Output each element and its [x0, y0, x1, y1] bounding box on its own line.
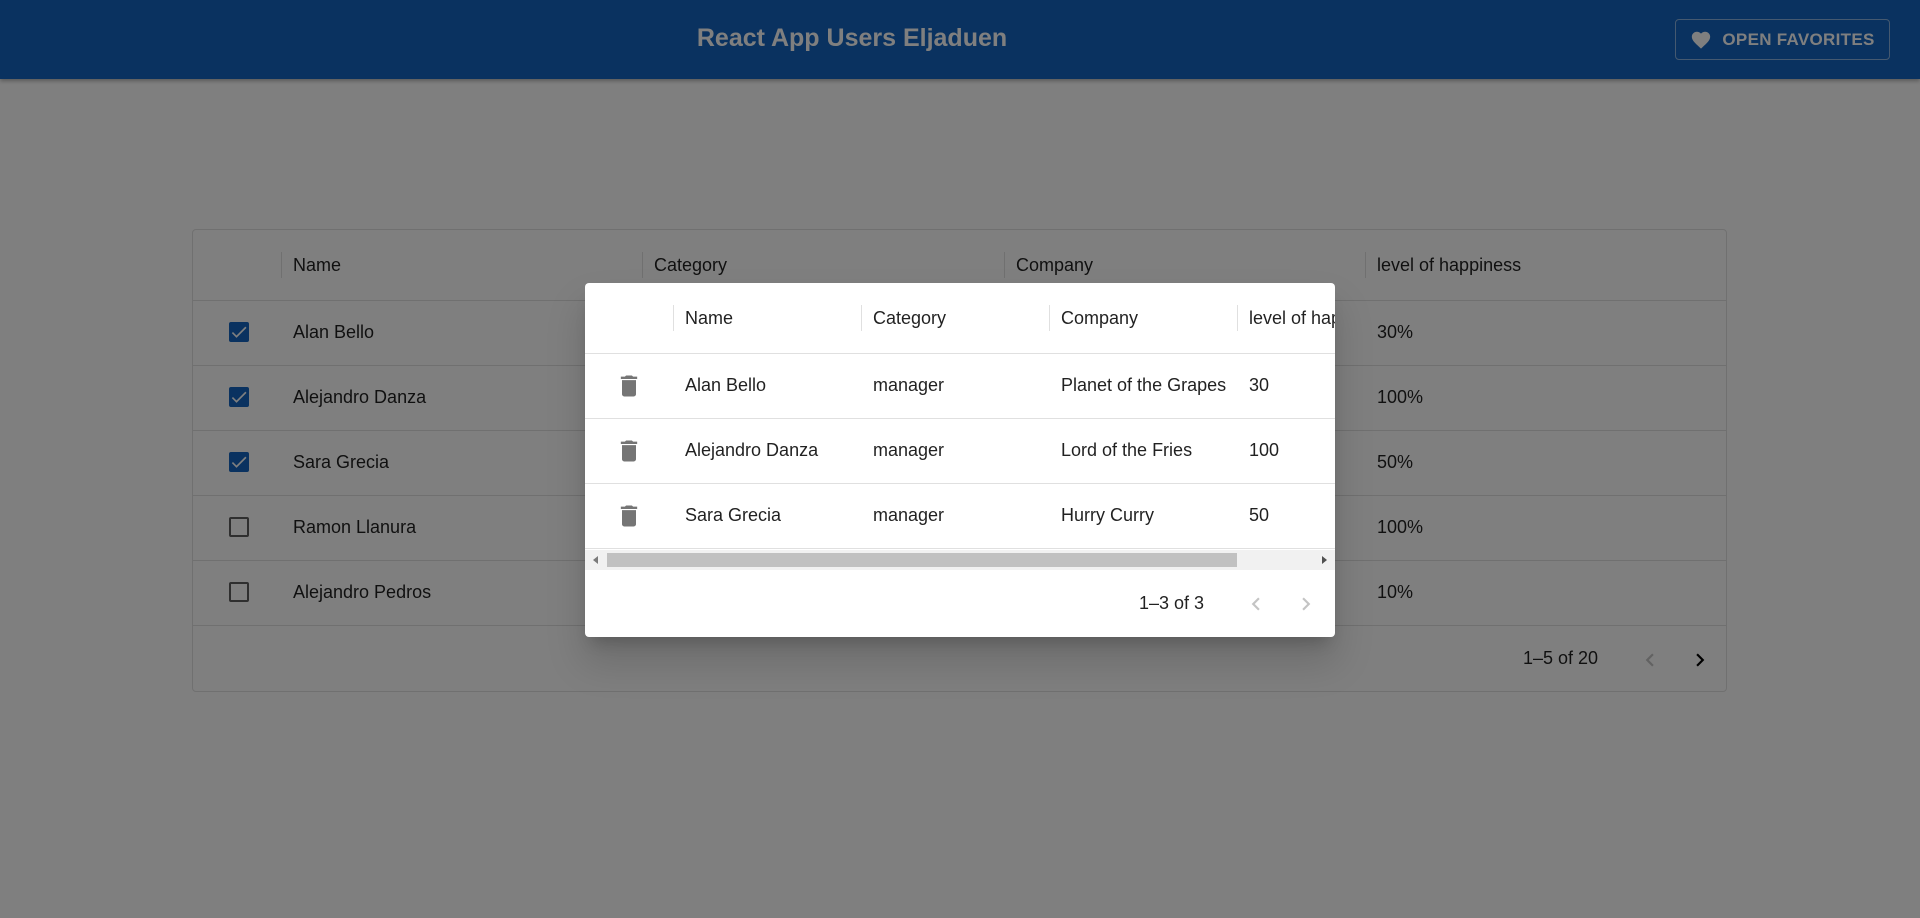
- chevron-right-icon: [1302, 597, 1311, 611]
- cell-company: Planet of the Grapes: [1061, 375, 1227, 395]
- chevron-left-icon: [1251, 597, 1260, 611]
- cell-name: Alejandro Danza: [685, 440, 819, 460]
- scrollbar-thumb[interactable]: [607, 553, 1237, 567]
- cell-happiness: 50: [1249, 505, 1270, 525]
- favorites-dialog: Name Category Company level of happiness…: [585, 283, 1335, 637]
- trash-icon: [620, 440, 638, 462]
- cell-company: Lord of the Fries: [1061, 440, 1193, 460]
- cell-name: Alan Bello: [685, 375, 767, 395]
- column-header-category[interactable]: Category: [861, 283, 1049, 353]
- column-header-happiness[interactable]: level of happiness: [1237, 283, 1335, 353]
- horizontal-scrollbar[interactable]: [585, 550, 1335, 570]
- pagination-range: 1–3 of 3: [1139, 593, 1205, 613]
- delete-favorite-button[interactable]: [615, 502, 643, 530]
- table-row[interactable]: Sara Grecia manager Hurry Curry 50: [585, 483, 1335, 549]
- delete-favorite-button[interactable]: [615, 437, 643, 465]
- trash-icon: [620, 375, 638, 397]
- column-header-company[interactable]: Company: [1049, 283, 1237, 353]
- cell-category: manager: [873, 375, 945, 395]
- table-row[interactable]: Alan Bello manager Planet of the Grapes …: [585, 353, 1335, 419]
- table-row[interactable]: Alejandro Danza manager Lord of the Frie…: [585, 418, 1335, 484]
- scroll-right-arrow[interactable]: [1322, 556, 1327, 564]
- scroll-left-arrow[interactable]: [593, 556, 598, 564]
- cell-company: Hurry Curry: [1061, 505, 1154, 525]
- cell-category: manager: [873, 505, 945, 525]
- next-page-button[interactable]: [1293, 591, 1319, 622]
- favorites-grid-header: Name Category Company level of happiness: [585, 283, 1335, 354]
- cell-category: manager: [873, 440, 945, 460]
- cell-happiness: 100: [1249, 440, 1280, 460]
- cell-happiness: 30: [1249, 375, 1270, 395]
- column-header-name[interactable]: Name: [673, 283, 861, 353]
- trash-icon: [620, 505, 638, 527]
- delete-favorite-button[interactable]: [615, 372, 643, 400]
- cell-name: Sara Grecia: [685, 505, 782, 525]
- previous-page-button[interactable]: [1243, 591, 1269, 622]
